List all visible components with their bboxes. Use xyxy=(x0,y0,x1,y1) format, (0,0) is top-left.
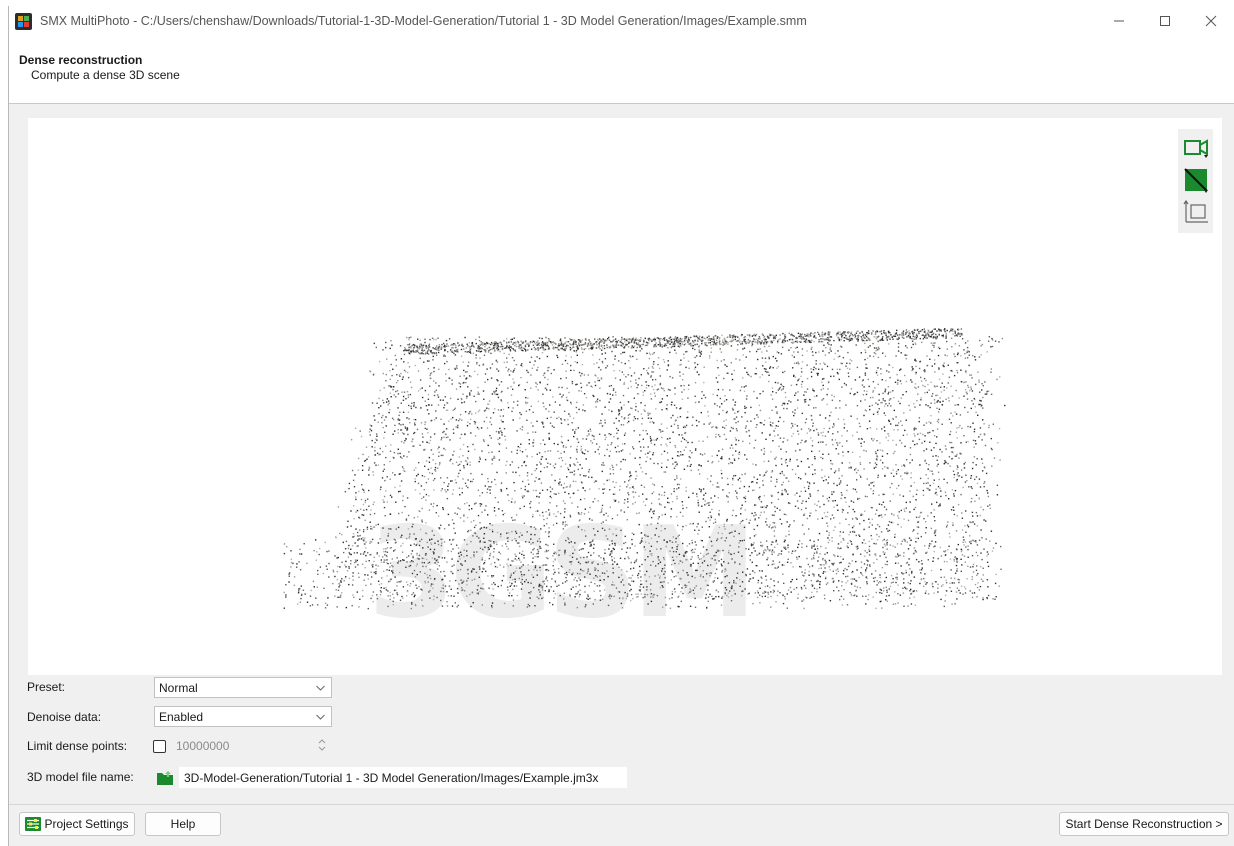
model-file-label: 3D model file name: xyxy=(27,770,134,784)
app-logo-icon xyxy=(15,12,32,30)
folder-open-icon xyxy=(157,771,173,785)
maximize-button[interactable] xyxy=(1142,6,1188,36)
limit-points-spinner[interactable] xyxy=(317,737,327,753)
window-controls xyxy=(1096,6,1234,36)
axes-frame-button[interactable] xyxy=(1181,196,1211,228)
spin-up-icon[interactable] xyxy=(317,737,327,745)
help-button[interactable]: Help xyxy=(145,812,221,836)
title-bar: SMX MultiPhoto - C:/Users/chenshaw/Downl… xyxy=(9,6,1234,36)
denoise-select[interactable]: Enabled xyxy=(154,706,332,727)
project-settings-button[interactable]: Project Settings xyxy=(19,812,135,836)
window-title: SMX MultiPhoto - C:/Users/chenshaw/Downl… xyxy=(40,14,807,28)
limit-points-value[interactable]: 10000000 xyxy=(176,739,229,753)
view-toolbar xyxy=(1178,129,1213,233)
preset-label: Preset: xyxy=(27,680,66,694)
preset-value: Normal xyxy=(159,680,198,695)
camera-view-button[interactable] xyxy=(1181,132,1211,164)
point-cloud xyxy=(283,328,1006,610)
help-label: Help xyxy=(170,817,196,831)
footer-divider xyxy=(9,804,1234,805)
maximize-icon xyxy=(1160,16,1170,26)
browse-folder-button[interactable] xyxy=(155,768,175,788)
toggle-fill-icon xyxy=(1183,168,1208,193)
project-settings-label: Project Settings xyxy=(44,817,129,831)
spin-down-icon[interactable] xyxy=(317,745,327,753)
minimize-button[interactable] xyxy=(1096,6,1142,36)
camera-view-icon xyxy=(1183,139,1208,158)
page-header: Dense reconstruction Compute a dense 3D … xyxy=(9,36,1234,104)
chevron-down-icon xyxy=(316,714,325,720)
start-label: Start Dense Reconstruction > xyxy=(1065,817,1223,831)
app-window: SMX MultiPhoto - C:/Users/chenshaw/Downl… xyxy=(8,6,1234,846)
limit-points-label: Limit dense points: xyxy=(27,739,128,753)
page-title: Dense reconstruction xyxy=(19,53,143,67)
close-icon xyxy=(1205,15,1217,27)
denoise-label: Denoise data: xyxy=(27,710,102,724)
close-button[interactable] xyxy=(1188,6,1234,36)
limit-points-checkbox[interactable] xyxy=(153,740,166,753)
page-subtitle: Compute a dense 3D scene xyxy=(31,68,180,82)
3d-viewport[interactable]: 3GSM xyxy=(28,118,1222,675)
toggle-fill-button[interactable] xyxy=(1181,164,1211,196)
start-dense-reconstruction-button[interactable]: Start Dense Reconstruction > xyxy=(1059,812,1229,836)
chevron-down-icon xyxy=(316,685,325,691)
denoise-value: Enabled xyxy=(159,709,204,724)
model-file-path-input[interactable]: 3D-Model-Generation/Tutorial 1 - 3D Mode… xyxy=(179,767,627,788)
settings-sliders-icon xyxy=(25,817,42,831)
minimize-icon xyxy=(1114,20,1124,22)
preset-select[interactable]: Normal xyxy=(154,677,332,698)
axes-frame-icon xyxy=(1183,199,1208,223)
